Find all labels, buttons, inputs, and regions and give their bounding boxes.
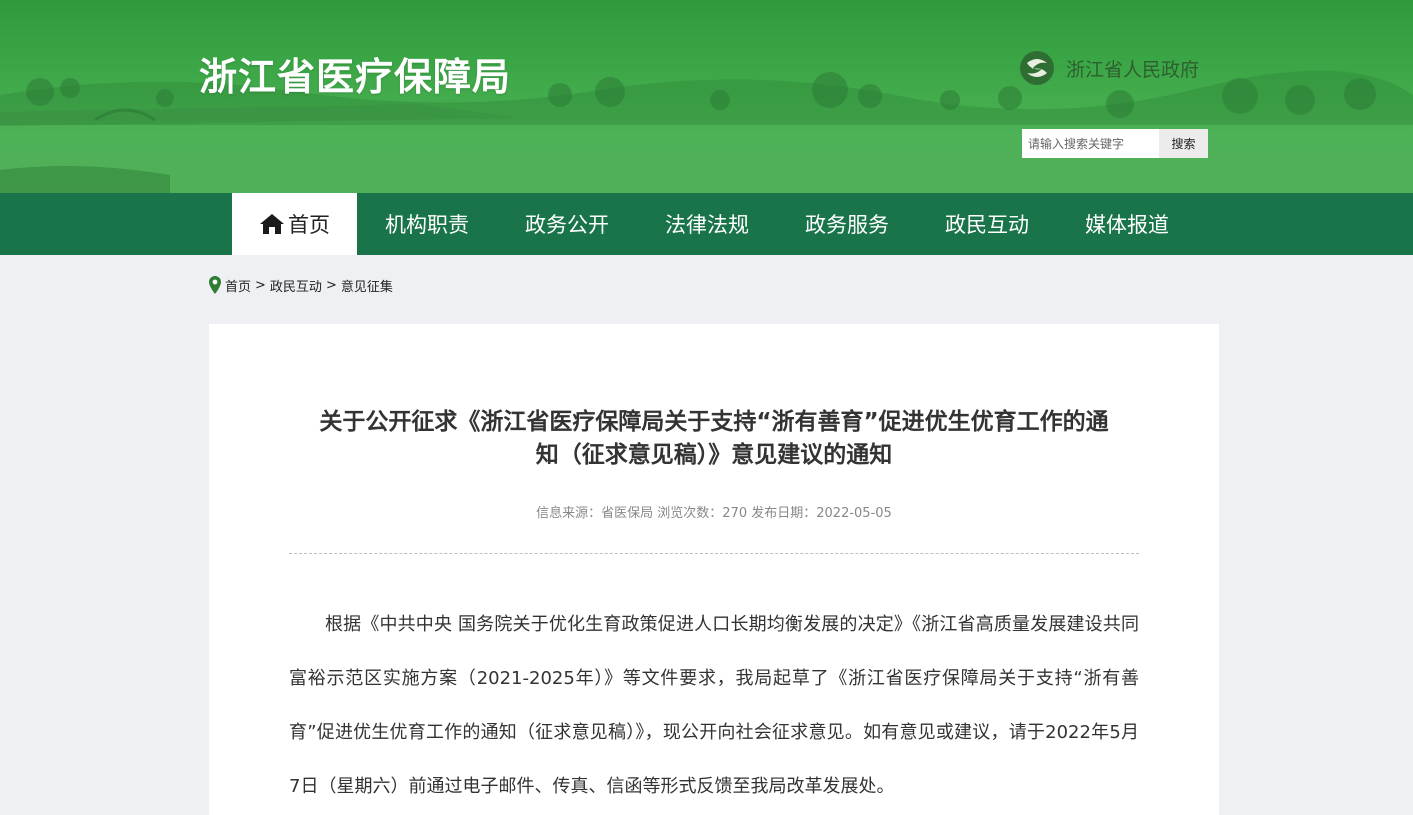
home-icon <box>259 212 285 236</box>
site-title: 浙江省医疗保障局 <box>199 55 512 99</box>
breadcrumb-opinion-collection[interactable]: 意见征集 <box>341 276 393 295</box>
header-banner: 浙江省医疗保障局 浙江省人民政府 搜索 <box>0 0 1413 193</box>
nav-item-media[interactable]: 媒体报道 <box>1057 193 1197 255</box>
nav-item-label: 法律法规 <box>665 213 749 237</box>
nav-item-services[interactable]: 政务服务 <box>777 193 917 255</box>
main-nav: 首页 机构职责 政务公开 法律法规 政务服务 政民互动 媒体报道 <box>0 193 1413 255</box>
article-title: 关于公开征求《浙江省医疗保障局关于支持“浙有善育”促进优生优育工作的通 知（征求… <box>289 406 1139 472</box>
nav-item-label: 政务服务 <box>805 213 889 237</box>
search-input[interactable] <box>1022 129 1159 158</box>
nav-item-interaction[interactable]: 政民互动 <box>917 193 1057 255</box>
nav-item-gov-affairs-open[interactable]: 政务公开 <box>497 193 637 255</box>
nav-item-label: 政民互动 <box>945 213 1029 237</box>
gov-portal-link[interactable]: 浙江省人民政府 <box>1018 48 1199 88</box>
search-button[interactable]: 搜索 <box>1159 129 1208 158</box>
breadcrumb-separator: > <box>325 277 337 293</box>
nav-item-laws[interactable]: 法律法规 <box>637 193 777 255</box>
gov-portal-label: 浙江省人民政府 <box>1066 58 1200 81</box>
article-title-line-1: 关于公开征求《浙江省医疗保障局关于支持“浙有善育”促进优生优育工作的通 <box>319 409 1109 435</box>
breadcrumb: 首页 > 政民互动 > 意见征集 <box>209 274 393 296</box>
article-meta: 信息来源：省医保局 浏览次数：270 发布日期：2022-05-05 <box>536 506 892 521</box>
nav-item-label: 机构职责 <box>385 213 469 237</box>
main-nav-list: 首页 机构职责 政务公开 法律法规 政务服务 政民互动 媒体报道 <box>232 193 1197 255</box>
article-body: 根据《中共中央 国务院关于优化生育政策促进人口长期均衡发展的决定》《浙江省高质量… <box>289 614 1139 797</box>
location-pin-icon <box>209 276 221 294</box>
breadcrumb-separator: > <box>255 277 266 293</box>
nav-item-label: 政务公开 <box>525 213 609 237</box>
article-divider <box>289 553 1139 554</box>
nav-item-home[interactable]: 首页 <box>232 193 357 255</box>
zhejiang-gov-emblem-icon <box>1018 49 1056 87</box>
article-title-line-2: 知（征求意见稿）》意见建议的通知 <box>535 442 893 468</box>
nav-item-label: 首页 <box>288 213 330 237</box>
article-card: 关于公开征求《浙江省医疗保障局关于支持“浙有善育”促进优生优育工作的通 知（征求… <box>209 324 1219 815</box>
breadcrumb-interaction[interactable]: 政民互动 <box>270 276 322 295</box>
nav-item-label: 媒体报道 <box>1085 213 1169 237</box>
nav-item-functions[interactable]: 机构职责 <box>357 193 497 255</box>
breadcrumb-home[interactable]: 首页 <box>225 276 251 295</box>
search-box: 搜索 <box>1022 129 1208 158</box>
